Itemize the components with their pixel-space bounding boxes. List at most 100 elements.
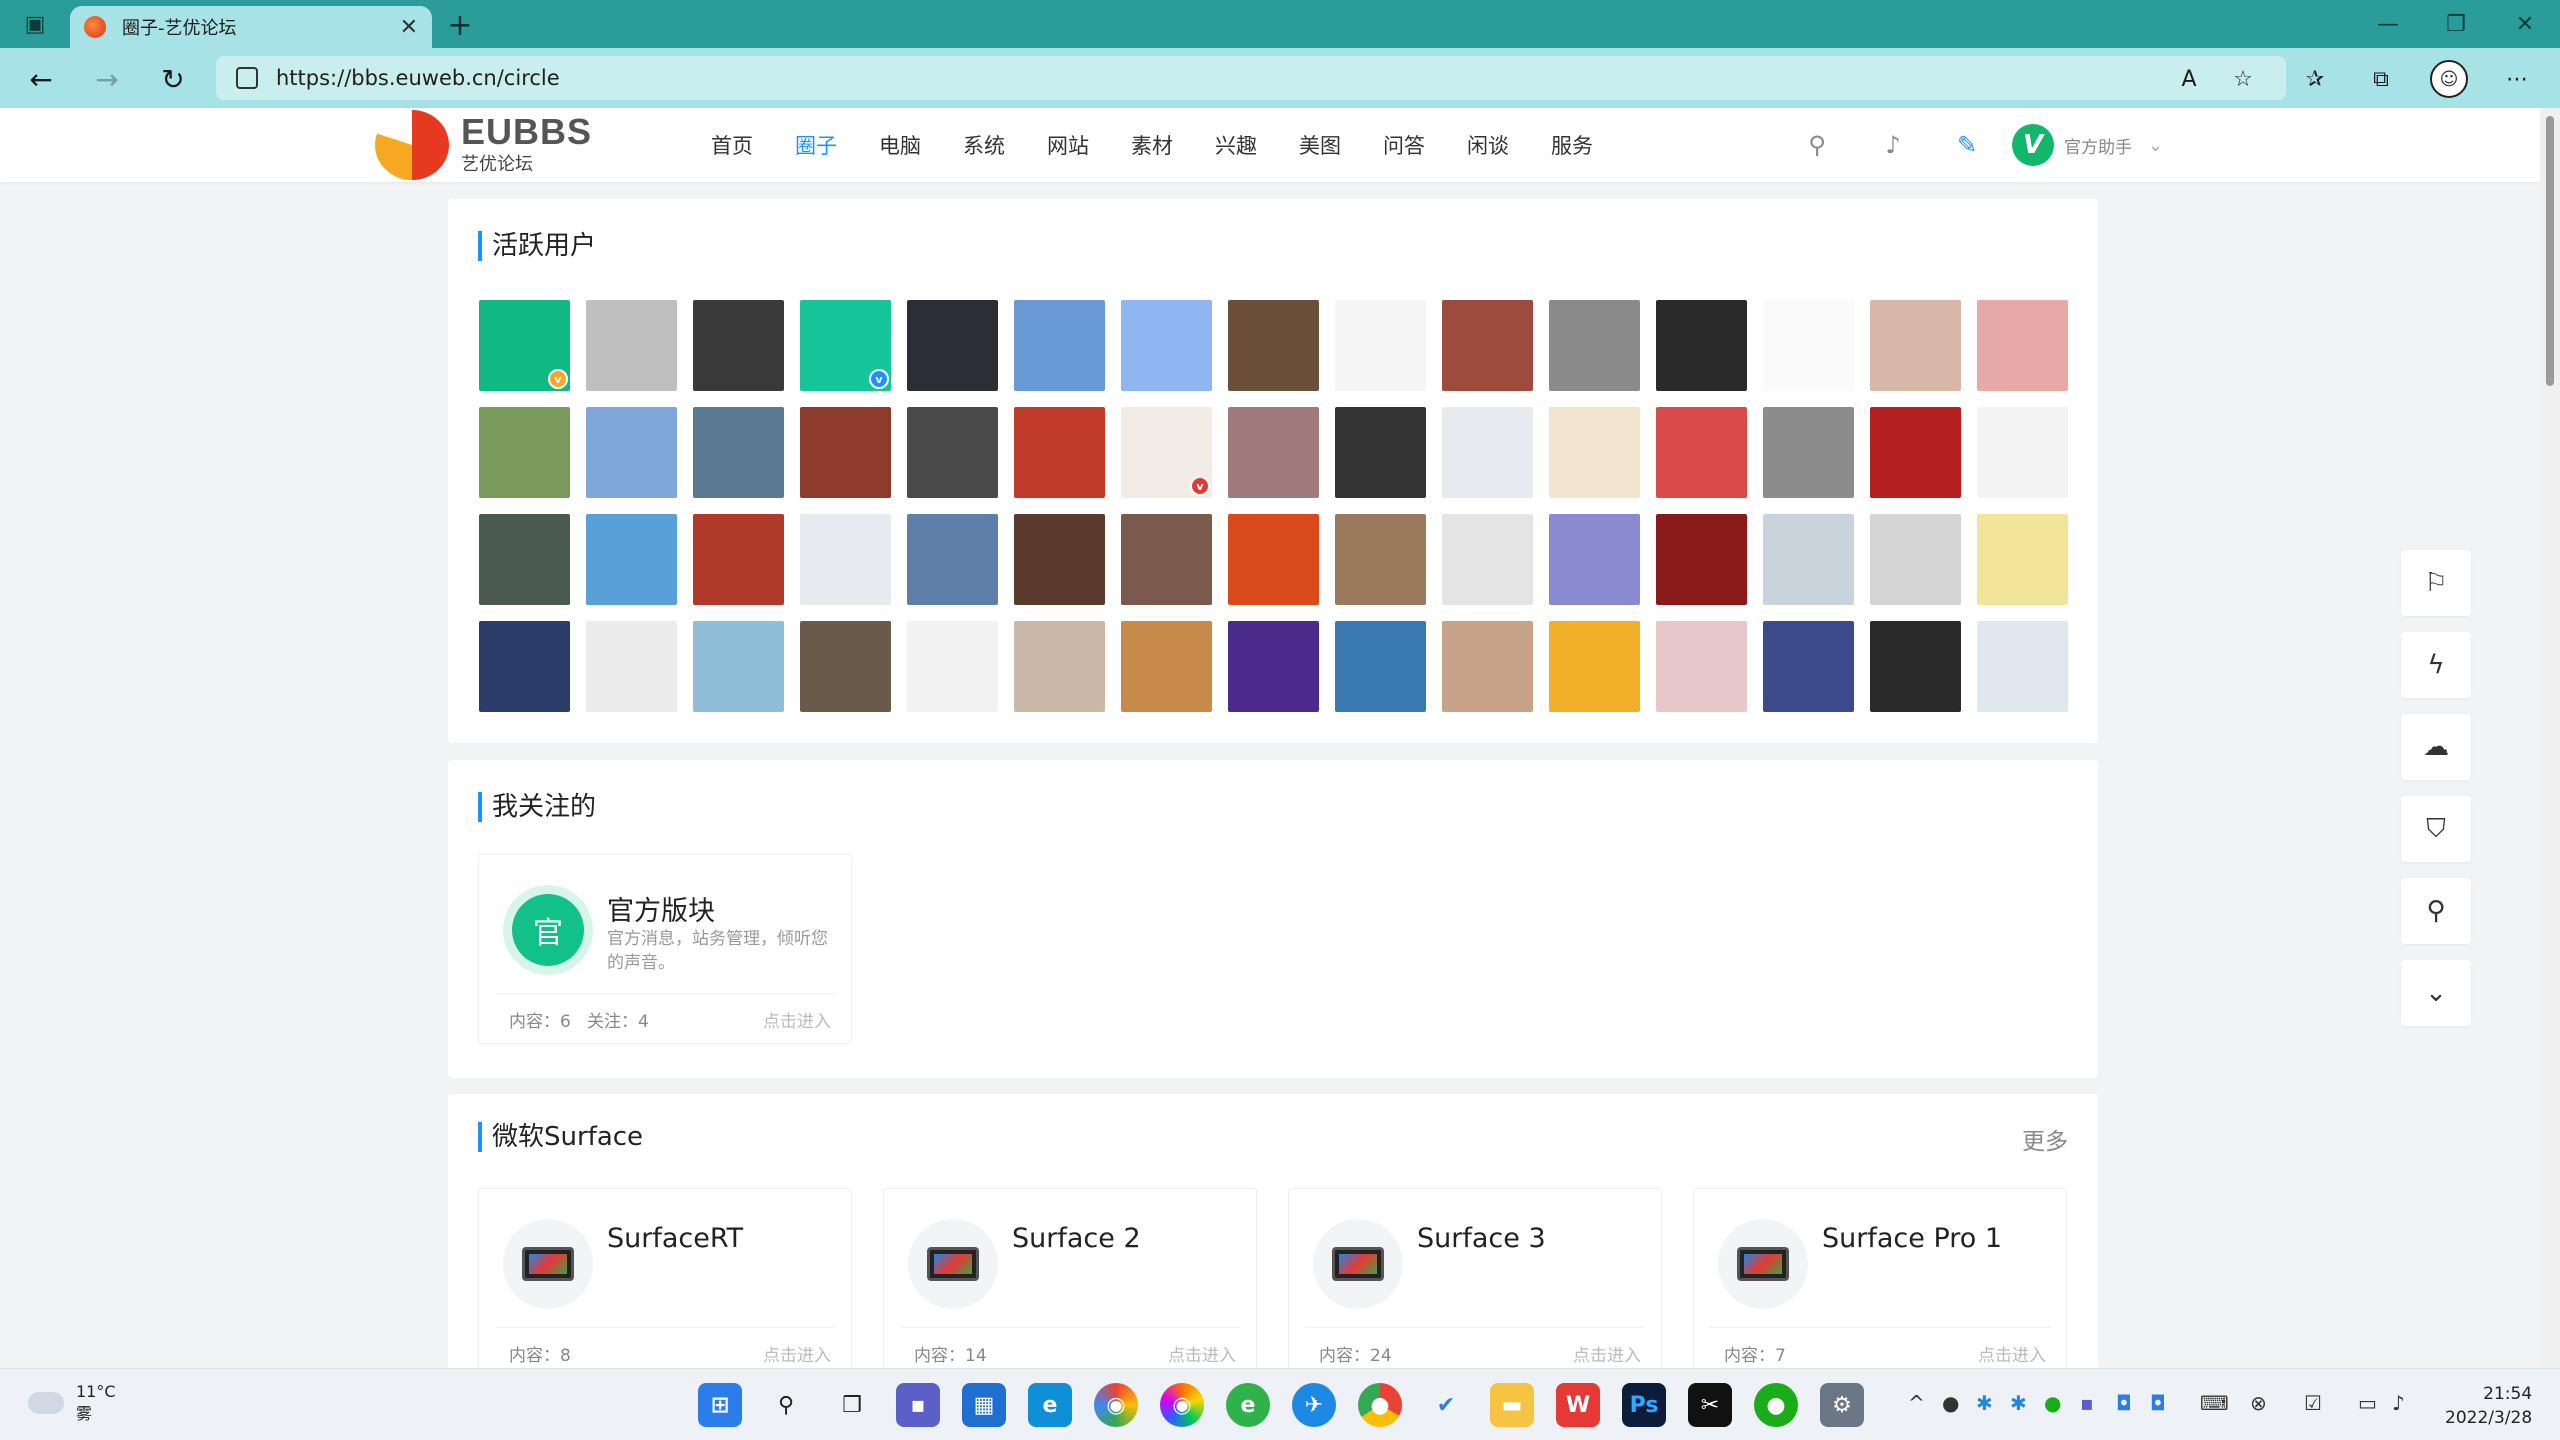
user-avatar-42[interactable]: [1763, 514, 1854, 605]
user-avatar-15[interactable]: [479, 407, 570, 498]
browser-tab-active[interactable]: 圈子-艺优论坛 ✕: [70, 6, 432, 48]
card-enter-link[interactable]: 点击进入: [763, 1341, 831, 1366]
tray-icon-2[interactable]: ✱: [1976, 1391, 1993, 1415]
volume-icon[interactable]: ♪: [2392, 1391, 2405, 1415]
user-avatar-10[interactable]: [1549, 300, 1640, 391]
app-color-1-button[interactable]: ◉: [1094, 1383, 1138, 1427]
keyboard-icon[interactable]: ⌨: [2200, 1391, 2229, 1415]
user-avatar-18[interactable]: [800, 407, 891, 498]
nav-item-4[interactable]: 网站: [1047, 130, 1089, 160]
user-avatar-1[interactable]: [586, 300, 677, 391]
nav-item-2[interactable]: 电脑: [879, 130, 921, 160]
tray-icon-7[interactable]: ◘: [2150, 1391, 2166, 1415]
collections-button[interactable]: ⧉: [2360, 58, 2402, 100]
user-avatar-7[interactable]: [1228, 300, 1319, 391]
user-avatar-20[interactable]: [1014, 407, 1105, 498]
user-avatar-46[interactable]: [586, 621, 677, 712]
user-avatar-50[interactable]: [1014, 621, 1105, 712]
notifications-button[interactable]: ♪: [1876, 128, 1910, 162]
user-avatar-34[interactable]: [907, 514, 998, 605]
user-avatar-23[interactable]: [1335, 407, 1426, 498]
user-avatar-51[interactable]: [1121, 621, 1212, 712]
user-avatar-9[interactable]: [1442, 300, 1533, 391]
maximize-button[interactable]: ❐: [2421, 0, 2491, 48]
user-avatar-36[interactable]: [1121, 514, 1212, 605]
favorites-button[interactable]: ✰: [2294, 58, 2336, 100]
forward-button[interactable]: →: [86, 58, 128, 100]
user-avatar-25[interactable]: [1549, 407, 1640, 498]
user-avatar-6[interactable]: [1121, 300, 1212, 391]
address-bar[interactable]: https://bbs.euweb.cn/circle: [216, 56, 2286, 100]
user-avatar-22[interactable]: [1228, 407, 1319, 498]
user-avatar-26[interactable]: [1656, 407, 1747, 498]
scroll-bottom-button[interactable]: ⌄: [2401, 960, 2471, 1026]
user-avatar-4[interactable]: [907, 300, 998, 391]
page-scrollbar[interactable]: [2540, 108, 2560, 1368]
photoshop-button[interactable]: Ps: [1622, 1383, 1666, 1427]
nav-item-8[interactable]: 问答: [1383, 130, 1425, 160]
store-button[interactable]: ▦: [962, 1383, 1006, 1427]
nav-item-5[interactable]: 素材: [1131, 130, 1173, 160]
user-avatar-11[interactable]: [1656, 300, 1747, 391]
taskbar-clock[interactable]: 21:54 2022/3/28: [2445, 1382, 2532, 1430]
user-avatar-12[interactable]: [1763, 300, 1854, 391]
xbox-icon[interactable]: ⊗: [2250, 1391, 2267, 1415]
teams-chat-button[interactable]: ▪: [896, 1383, 940, 1427]
scroll-thumb[interactable]: [2546, 116, 2554, 386]
user-avatar-55[interactable]: [1549, 621, 1640, 712]
user-avatar-35[interactable]: [1014, 514, 1105, 605]
nav-item-0[interactable]: 首页: [711, 130, 753, 160]
user-avatar-24[interactable]: [1442, 407, 1533, 498]
start-button[interactable]: ⊞: [698, 1383, 742, 1427]
read-aloud-button[interactable]: A: [2168, 58, 2210, 100]
surface-card-3[interactable]: Surface Pro 1 内容：7 点击进入: [1693, 1188, 2067, 1374]
refresh-button[interactable]: ↻: [152, 58, 194, 100]
user-menu[interactable]: V 官方助手 ⌄: [2012, 124, 2163, 166]
user-avatar-17[interactable]: [693, 407, 784, 498]
close-window-button[interactable]: ✕: [2490, 0, 2560, 48]
search-float-button[interactable]: ⚲: [2401, 878, 2471, 944]
surface-card-0[interactable]: SurfaceRT 内容：8 点击进入: [478, 1188, 852, 1374]
nav-item-3[interactable]: 系统: [963, 130, 1005, 160]
capcut-button[interactable]: ✂: [1688, 1383, 1732, 1427]
chrome-button[interactable]: ●: [1358, 1383, 1402, 1427]
user-avatar-48[interactable]: [800, 621, 891, 712]
edge-button[interactable]: e: [1028, 1383, 1072, 1427]
site-logo[interactable]: EUBBS 艺优论坛: [375, 110, 592, 180]
tray-overflow-button[interactable]: ^: [1908, 1391, 1925, 1415]
site-search-button[interactable]: ⚲: [1800, 128, 1834, 162]
nav-item-9[interactable]: 闲谈: [1467, 130, 1509, 160]
user-avatar-38[interactable]: [1335, 514, 1426, 605]
profile-button[interactable]: ☺: [2430, 60, 2468, 98]
nav-item-1[interactable]: 圈子: [795, 130, 837, 160]
user-avatar-31[interactable]: [586, 514, 677, 605]
tray-icon-6[interactable]: ◘: [2116, 1391, 2132, 1415]
todo-button[interactable]: ✔: [1424, 1383, 1468, 1427]
search-taskbar-button[interactable]: ⚲: [764, 1383, 808, 1427]
user-avatar-47[interactable]: [693, 621, 784, 712]
user-avatar-30[interactable]: [479, 514, 570, 605]
ie-button[interactable]: e: [1226, 1383, 1270, 1427]
user-avatar-29[interactable]: [1977, 407, 2068, 498]
comments-button[interactable]: ☁: [2401, 714, 2471, 780]
user-avatar-56[interactable]: [1656, 621, 1747, 712]
nav-item-10[interactable]: 服务: [1551, 130, 1593, 160]
user-avatar-52[interactable]: [1228, 621, 1319, 712]
user-avatar-59[interactable]: [1977, 621, 2068, 712]
surface-card-1[interactable]: Surface 2 内容：14 点击进入: [883, 1188, 1257, 1374]
user-avatar-0[interactable]: v: [479, 300, 570, 391]
weather-widget[interactable]: 11°C 雾: [28, 1381, 116, 1425]
report-button[interactable]: ⚐: [2401, 550, 2471, 616]
user-avatar-40[interactable]: [1549, 514, 1640, 605]
add-favorite-button[interactable]: ☆: [2222, 58, 2264, 100]
surface-card-2[interactable]: Surface 3 内容：24 点击进入: [1288, 1188, 1662, 1374]
qq-tray-icon[interactable]: ●: [1942, 1391, 1959, 1415]
surface-more-link[interactable]: 更多: [2022, 1122, 2068, 1156]
user-avatar-43[interactable]: [1870, 514, 1961, 605]
user-avatar-13[interactable]: [1870, 300, 1961, 391]
wps-button[interactable]: W: [1556, 1383, 1600, 1427]
nav-item-7[interactable]: 美图: [1299, 130, 1341, 160]
user-avatar-3[interactable]: v: [800, 300, 891, 391]
settings-button[interactable]: ⚙: [1820, 1383, 1864, 1427]
user-avatar-49[interactable]: [907, 621, 998, 712]
